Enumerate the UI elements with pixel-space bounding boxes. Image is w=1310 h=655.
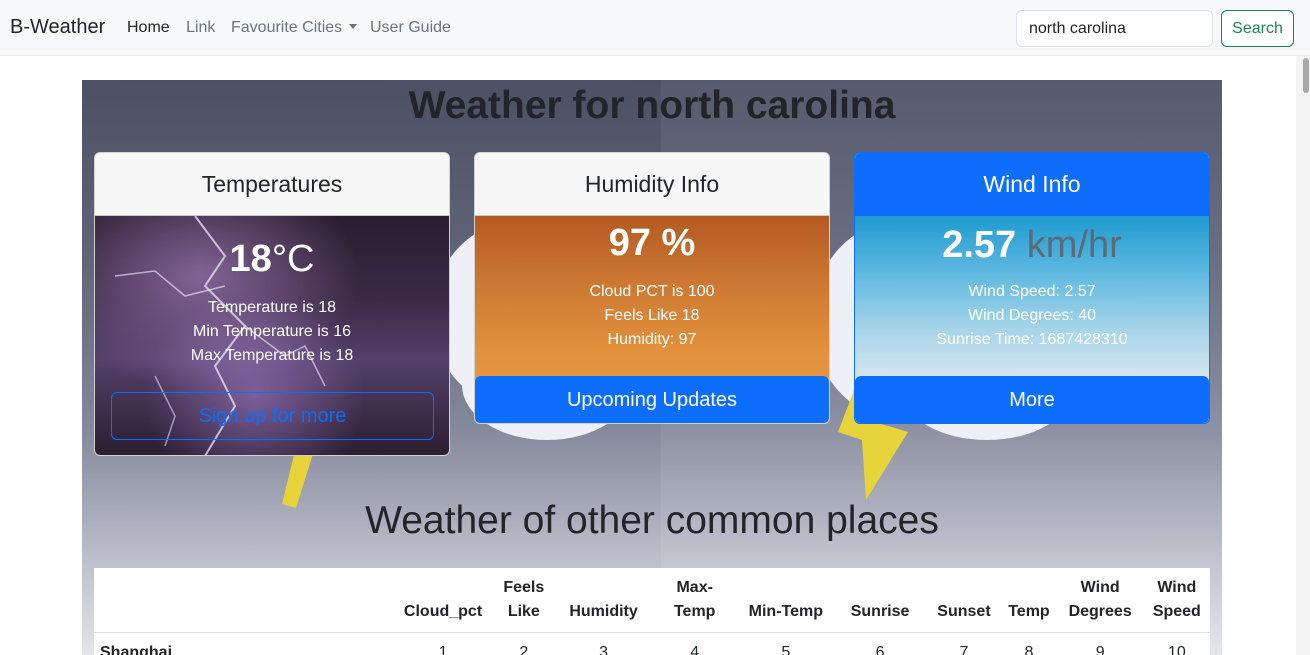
table-cell: 9 — [1095, 644, 1105, 655]
scrollbar-thumb[interactable] — [1303, 58, 1309, 93]
column-header: Wind Degrees — [1056, 568, 1144, 633]
temperature-value: 18°C — [95, 234, 449, 284]
column-header: Temp — [1001, 568, 1057, 633]
wind-value: 2.57 km/hr — [855, 220, 1209, 270]
humidity-card: Humidity Info 97 % Cloud PCT is 100 Feel… — [474, 152, 830, 424]
column-header: Feels Like — [491, 568, 556, 633]
max-temperature-line: Max Temperature is 18 — [190, 347, 354, 364]
table-cell: 4 — [690, 644, 700, 655]
wind-speed-line: Wind Speed: 2.57 — [968, 283, 1096, 300]
search-button[interactable]: Search — [1221, 10, 1294, 47]
search-input[interactable] — [1016, 10, 1213, 47]
table-cell: 7 — [959, 644, 969, 655]
table-cell: 1 — [438, 644, 448, 655]
temperature-number: 18 — [229, 238, 272, 280]
column-header — [94, 568, 395, 633]
temperature-details: Temperature is 18 Min Temperature is 16 … — [95, 296, 449, 368]
page-title: Weather for north carolina — [408, 84, 896, 127]
table-cell: 5 — [781, 644, 791, 655]
feels-like-line: Feels Like 18 — [604, 307, 700, 324]
chevron-down-icon — [349, 24, 358, 29]
column-header: Cloud_pct — [394, 568, 492, 633]
other-places-table: Cloud_pct Feels Like Humidity Max-Temp M… — [94, 568, 1210, 655]
temperature-line: Temperature is 18 — [207, 299, 337, 316]
wind-card-header: Wind Info — [855, 153, 1209, 216]
table-header-row: Cloud_pct Feels Like Humidity Max-Temp M… — [94, 568, 1210, 633]
column-header: Wind Speed — [1143, 568, 1210, 633]
column-header: Humidity — [555, 568, 652, 633]
temperatures-card-body: 18°C Temperature is 18 Min Temperature i… — [95, 216, 449, 455]
column-header: Sunrise — [833, 568, 927, 633]
column-header: Max-Temp — [651, 568, 739, 633]
sign-up-button[interactable]: Sign up for more — [111, 392, 434, 440]
table-row: Shanghai 1 2 3 4 5 6 7 8 9 10 — [94, 633, 1210, 655]
min-temperature-line: Min Temperature is 16 — [193, 323, 351, 340]
wind-card-body: 2.57 km/hr Wind Speed: 2.57 Wind Degrees… — [855, 216, 1209, 423]
humidity-card-header: Humidity Info — [475, 153, 829, 216]
wind-degrees-line: Wind Degrees: 40 — [967, 307, 1097, 324]
humidity-value: 97 % — [608, 222, 696, 264]
sunrise-time-line: Sunrise Time: 1687428310 — [936, 331, 1128, 348]
wind-speed-number: 2.57 — [942, 224, 1017, 266]
column-header: Sunset — [926, 568, 1002, 633]
column-header: Min-Temp — [738, 568, 834, 633]
humidity-details: Cloud PCT is 100 Feels Like 18 Humidity:… — [475, 280, 829, 352]
nav-home-link[interactable]: Home — [127, 19, 170, 37]
city-cell: Shanghai — [100, 644, 173, 655]
temperatures-card: Temperatures 18°C Temperature is 18 Min … — [94, 152, 450, 456]
table-cell: 3 — [599, 644, 609, 655]
favourite-cities-label: Favourite Cities — [231, 19, 343, 36]
navbar: B-Weather Home Link Favourite Cities Use… — [0, 0, 1310, 56]
wind-card: Wind Info 2.57 km/hr Wind Speed: 2.57 Wi… — [854, 152, 1210, 424]
nav-user-guide-link[interactable]: User Guide — [370, 19, 451, 37]
nav-favourite-cities-dropdown[interactable]: Favourite Cities — [231, 19, 358, 37]
temperature-unit: °C — [271, 238, 315, 280]
upcoming-updates-button[interactable]: Upcoming Updates — [475, 376, 829, 423]
brand-link[interactable]: B-Weather — [10, 16, 105, 39]
humidity-line: Humidity: 97 — [607, 331, 697, 348]
humidity-card-body: 97 % Cloud PCT is 100 Feels Like 18 Humi… — [475, 216, 829, 423]
table-cell: 8 — [1024, 644, 1034, 655]
table-cell: 2 — [519, 644, 529, 655]
table-cell: 6 — [875, 644, 885, 655]
table-cell: 10 — [1167, 644, 1186, 655]
wind-details: Wind Speed: 2.57 Wind Degrees: 40 Sunris… — [855, 280, 1209, 352]
temperatures-card-header: Temperatures — [95, 153, 449, 216]
section-title: Weather of other common places — [365, 499, 939, 542]
cloud-pct-line: Cloud PCT is 100 — [589, 283, 715, 300]
wind-unit: km/hr — [1026, 224, 1122, 266]
nav-link-link[interactable]: Link — [186, 19, 215, 37]
vertical-scrollbar[interactable] — [1296, 56, 1310, 655]
more-button[interactable]: More — [855, 376, 1209, 423]
